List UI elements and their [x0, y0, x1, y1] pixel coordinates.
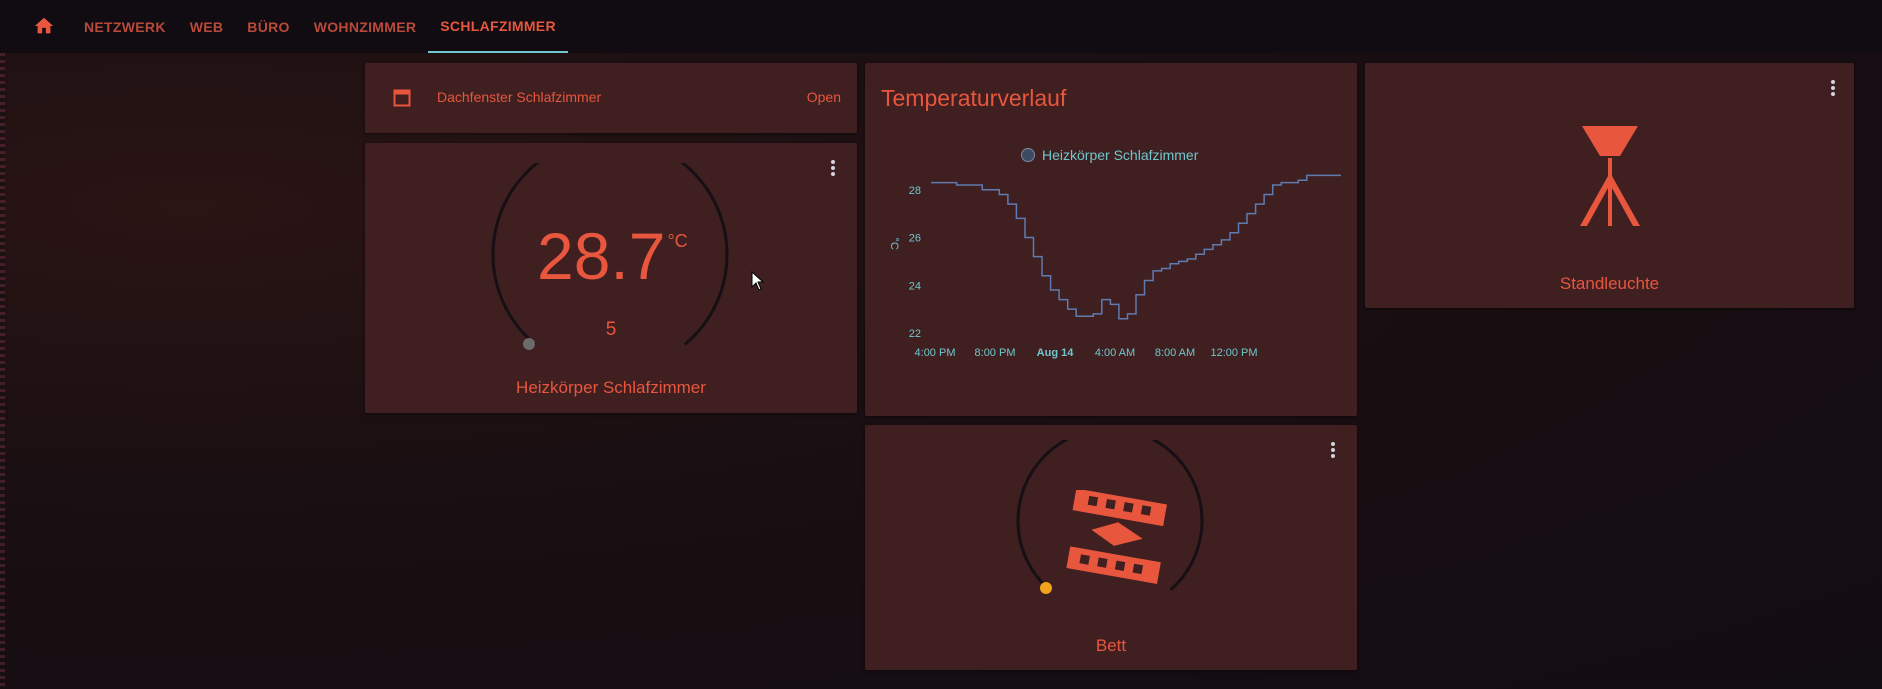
history-title: Temperaturverlauf — [881, 85, 1067, 111]
bed-more-icon[interactable] — [1330, 441, 1336, 459]
bed-knob — [1040, 582, 1052, 594]
light-card: Standleuchte — [1365, 63, 1854, 308]
light-more-icon[interactable] — [1830, 79, 1836, 97]
legend-label: Heizkörper Schlafzimmer — [1042, 147, 1199, 163]
series-line-heizkoerper[interactable] — [931, 174, 1341, 320]
thermostat-name[interactable]: Heizkörper Schlafzimmer — [365, 378, 857, 398]
thermostat-setpoint: 5 — [605, 319, 617, 340]
tab-wohnzimmer[interactable]: WOHNZIMMER — [302, 0, 429, 53]
chart-legend[interactable]: Heizkörper Schlafzimmer — [1021, 147, 1198, 163]
tab-netzwerk[interactable]: NETZWERK — [72, 0, 178, 53]
window-name[interactable]: Dachfenster Schlafzimmer — [437, 89, 601, 105]
light-name[interactable]: Standleuchte — [1365, 274, 1854, 294]
history-card: Temperaturverlauf Heizkörper Schlafzimme… — [865, 63, 1357, 416]
left-edge-decoration — [0, 53, 5, 689]
thermostat-temperature: 28.7 — [537, 219, 666, 293]
legend-swatch — [1021, 148, 1035, 162]
thermostat-card: 28.7 °C 5 Heizkörper Schlafzimmer — [365, 143, 857, 413]
x-tick-label: 4:00 AM — [1095, 347, 1135, 359]
view-tabs: NETZWERK WEB BÜRO WOHNZIMMER SCHLAFZIMME… — [72, 0, 568, 53]
y-tick-label: 24 — [909, 280, 921, 292]
window-icon — [393, 89, 411, 107]
y-axis-label: °C — [888, 238, 900, 250]
x-tick-label: 8:00 PM — [975, 347, 1016, 359]
bed-card: Bett — [865, 425, 1357, 670]
x-tick-label: Aug 14 — [1037, 347, 1075, 359]
bed-name[interactable]: Bett — [865, 636, 1357, 656]
x-tick-label: 12:00 PM — [1210, 347, 1257, 359]
thermostat-more-icon[interactable] — [830, 159, 836, 177]
tab-web[interactable]: WEB — [178, 0, 236, 53]
y-tick-label: 26 — [909, 233, 921, 245]
top-bar: NETZWERK WEB BÜRO WOHNZIMMER SCHLAFZIMME… — [0, 0, 1882, 53]
bed-icon — [1066, 490, 1167, 584]
floor-lamp-icon[interactable] — [1578, 126, 1642, 228]
temperature-chart[interactable]: 2224262830°C4:00 PM8:00 PMAug 144:00 AM8… — [865, 163, 1357, 416]
home-icon[interactable] — [33, 15, 55, 37]
thermostat-value: 28.7 °C — [537, 223, 688, 289]
y-tick-label: 28 — [909, 185, 921, 197]
window-state: Open — [806, 89, 841, 105]
x-tick-label: 4:00 PM — [915, 347, 956, 359]
x-tick-label: 8:00 AM — [1155, 347, 1195, 359]
window-card: Dachfenster Schlafzimmer Open — [365, 63, 857, 133]
tab-schlafzimmer[interactable]: SCHLAFZIMMER — [428, 0, 568, 53]
mouse-cursor-icon — [751, 271, 765, 291]
y-tick-label: 22 — [909, 328, 921, 340]
thermostat-unit: °C — [667, 231, 688, 251]
tab-buero[interactable]: BÜRO — [235, 0, 301, 53]
